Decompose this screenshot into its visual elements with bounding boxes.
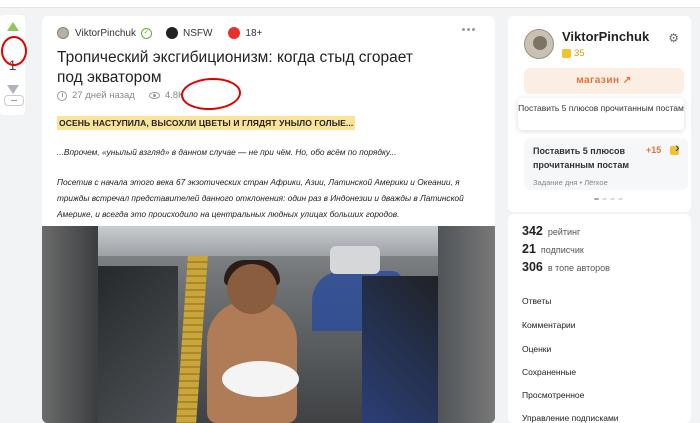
browser-bar — [0, 0, 700, 8]
nav-subscriptions[interactable]: Управление подписками — [522, 413, 619, 423]
image-blur-right — [438, 226, 495, 423]
photo-motorbikes — [362, 276, 438, 423]
nav-saved[interactable]: Сохраненные — [522, 367, 576, 377]
tooltip: Поставить 5 плюсов прочитанным постам — [518, 98, 684, 130]
task-reward: +15 — [646, 145, 662, 155]
collapse-button[interactable] — [4, 95, 24, 106]
post-paragraph: Посетив с начала этого века 67 экзотичес… — [57, 177, 464, 219]
carousel-dots[interactable] — [594, 198, 623, 200]
red-annotation-circle — [1, 36, 27, 66]
eye-icon — [148, 92, 160, 99]
stat-rating: 342 рейтинг — [522, 224, 580, 238]
task-meta: Задание дня • Лёгкое — [533, 178, 608, 187]
profile-card: ViktorPinchuk 35 ⚙ магазин ↗ Поставить 5… — [508, 16, 691, 212]
chevron-right-icon[interactable]: › — [675, 139, 680, 155]
stat-label: в топе авторов — [547, 263, 610, 273]
stat-top-authors[interactable]: 306 в топе авторов — [522, 260, 610, 274]
stat-value: 21 — [522, 242, 536, 256]
post-time: 27 дней назад — [72, 90, 135, 101]
task-title: Поставить 5 плюсов прочитанным постам — [533, 146, 629, 170]
post-paragraph: ...Впрочем, «унылый взгляд» в данном слу… — [57, 147, 397, 157]
profile-name[interactable]: ViktorPinchuk — [562, 29, 649, 44]
highlighted-text: ОСЕНЬ НАСТУПИЛА, ВЫСОХЛИ ЦВЕТЫ И ГЛЯДЯТ … — [57, 116, 356, 130]
nav-comments[interactable]: Комментарии — [522, 320, 576, 330]
photo-sky — [98, 226, 438, 256]
verified-icon: ✓ — [140, 27, 152, 39]
nav-answers[interactable]: Ответы — [522, 296, 551, 306]
shop-button[interactable]: магазин ↗ — [524, 68, 684, 94]
author-avatar[interactable] — [57, 27, 69, 39]
profile-avatar[interactable] — [524, 29, 554, 59]
adult-tag-icon — [228, 27, 241, 39]
shop-button-label: магазин — [576, 75, 620, 86]
photo-car — [330, 246, 380, 274]
clock-icon — [57, 90, 67, 101]
community-icon[interactable] — [165, 27, 178, 39]
stat-subscribers[interactable]: 21 подписчик — [522, 242, 584, 256]
coin-balance: 35 — [574, 48, 585, 59]
nav-viewed[interactable]: Просмотренное — [522, 390, 584, 400]
post-header: ViktorPinchuk ✓ NSFW 18+ — [57, 25, 262, 41]
downvote-icon[interactable] — [7, 85, 19, 94]
gear-icon[interactable]: ⚙ — [668, 31, 679, 45]
photo-face — [227, 264, 277, 314]
age-tag[interactable]: 18+ — [245, 28, 262, 39]
stat-value: 306 — [522, 260, 543, 274]
photo-motorbikes — [98, 266, 178, 423]
profile-menu: 342 рейтинг 21 подписчик 306 в топе авторов… — [508, 214, 691, 423]
more-options-icon[interactable] — [462, 28, 475, 31]
community-name[interactable]: NSFW — [183, 28, 212, 39]
post-card: ViktorPinchuk ✓ NSFW 18+ Тропический экс… — [42, 16, 495, 423]
post-meta: 27 дней назад 4.8K — [57, 90, 184, 101]
post-title[interactable]: Тропический эксгибиционизм: когда стыд с… — [57, 48, 427, 88]
daily-task-card[interactable]: Поставить 5 плюсов прочитанным постам +1… — [524, 138, 688, 190]
upvote-icon[interactable] — [7, 22, 19, 31]
stat-label: рейтинг — [547, 227, 581, 237]
censor-blur — [222, 361, 299, 397]
image-blur-left — [42, 226, 98, 423]
stat-label: подписчик — [540, 245, 584, 255]
post-image[interactable] — [42, 226, 495, 423]
external-link-icon: ↗ — [622, 75, 632, 86]
author-name[interactable]: ViktorPinchuk — [75, 28, 136, 39]
stat-value: 342 — [522, 224, 543, 238]
coin-icon — [562, 49, 571, 58]
nav-ratings[interactable]: Оценки — [522, 344, 551, 354]
